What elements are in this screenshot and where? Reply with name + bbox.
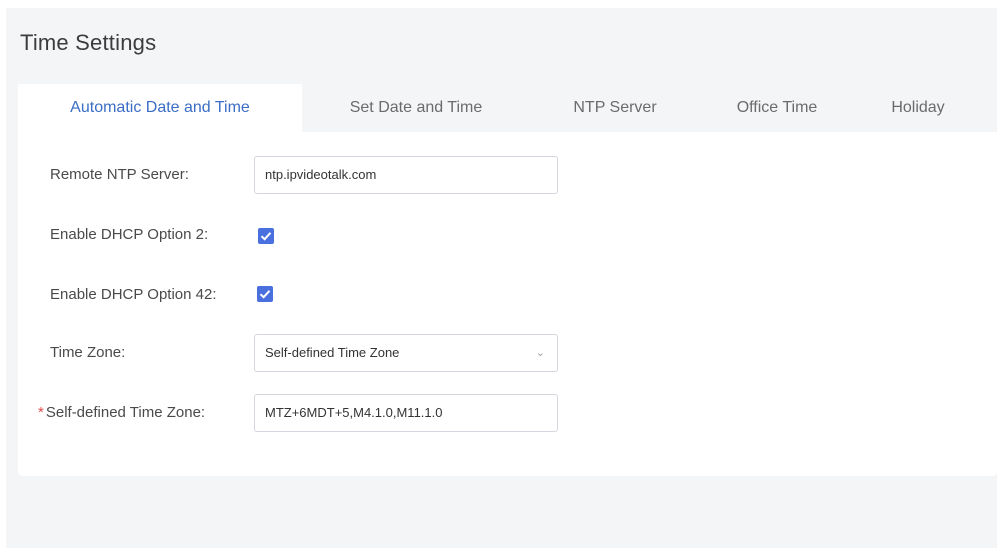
required-marker: * [38,404,44,421]
self-defined-time-zone-input[interactable]: MTZ+6MDT+5,M4.1.0,M11.1.0 [254,394,558,432]
check-icon [259,290,271,299]
chevron-down-icon: ⌄ [535,347,545,359]
tab-automatic-date-time[interactable]: Automatic Date and Time [18,84,302,132]
time-zone-select[interactable]: Self-defined Time Zone ⌄ [254,334,558,372]
check-icon [260,232,272,241]
tab-holiday[interactable]: Holiday [862,84,974,132]
tab-bar: Automatic Date and Time Set Date and Tim… [18,84,997,132]
time-zone-label: Time Zone: [50,344,126,361]
remote-ntp-server-label: Remote NTP Server: [50,166,189,183]
remote-ntp-server-input[interactable]: ntp.ipvideotalk.com [254,156,558,194]
dhcp-option-2-label: Enable DHCP Option 2: [50,226,209,243]
tab-set-date-time[interactable]: Set Date and Time [314,84,518,132]
dhcp-option-2-checkbox[interactable] [258,228,274,244]
dhcp-option-42-label: Enable DHCP Option 42: [50,286,217,303]
self-defined-time-zone-label: * Self-defined Time Zone: [38,404,205,421]
time-zone-value: Self-defined Time Zone [265,345,400,360]
settings-panel: Remote NTP Server: ntp.ipvideotalk.com E… [18,132,997,476]
tab-ntp-server[interactable]: NTP Server [538,84,692,132]
dhcp-option-42-checkbox[interactable] [257,286,273,302]
page-title: Time Settings [20,30,157,55]
tab-office-time[interactable]: Office Time [702,84,852,132]
self-defined-time-zone-label-text: Self-defined Time Zone: [45,404,206,421]
